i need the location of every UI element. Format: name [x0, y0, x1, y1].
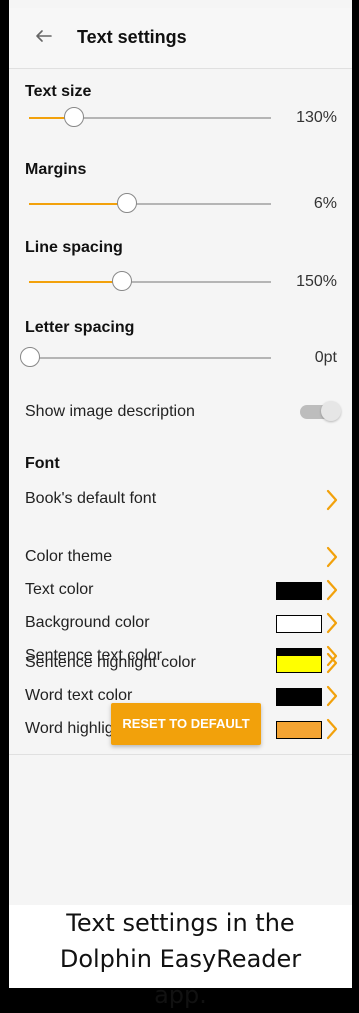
reset-to-default-button[interactable]: RESET TO DEFAULT [111, 703, 261, 745]
text-size-slider-thumb[interactable] [63, 107, 84, 127]
sentence-highlight-color-swatch[interactable] [276, 655, 322, 673]
color-theme-chevron-icon[interactable] [324, 545, 340, 569]
margins-value: 6% [313, 195, 337, 212]
margins-setting: Margins 6% [9, 147, 352, 226]
letter-spacing-label: Letter spacing [25, 319, 135, 336]
caption-line-2: Dolphin EasyReader [59, 945, 302, 973]
sentence-highlight-color-label[interactable]: Sentence highlight color [25, 654, 196, 672]
font-label: Font [25, 455, 60, 472]
top-app-bar: Text settings [9, 8, 352, 69]
word-highlight-color-chevron-icon[interactable] [324, 717, 340, 741]
color-theme-label[interactable]: Color theme [25, 548, 112, 566]
background-color-chevron-icon[interactable] [324, 611, 340, 635]
image-description-setting[interactable]: Show image description [9, 383, 352, 444]
page-title: Text settings [77, 27, 187, 47]
letter-spacing-value: 0pt [314, 349, 337, 366]
font-value: Book's default font [25, 490, 157, 507]
word-highlight-color-swatch[interactable] [276, 721, 322, 739]
margins-slider-thumb[interactable] [116, 193, 137, 213]
line-spacing-slider-thumb[interactable] [111, 271, 132, 291]
background-color-label[interactable]: Background color [25, 614, 150, 632]
background-color-swatch[interactable] [276, 615, 322, 633]
app-screen: Text settings Text size 130% Margins 6% … [9, 0, 352, 905]
sentence-highlight-color-chevron-icon[interactable] [324, 651, 340, 675]
margins-slider-fill [29, 203, 126, 205]
margins-label: Margins [25, 161, 87, 178]
line-spacing-slider-fill [29, 281, 121, 283]
text-size-setting: Text size 130% [9, 69, 352, 148]
text-size-value: 130% [296, 109, 337, 126]
text-color-swatch[interactable] [276, 582, 322, 600]
text-size-label: Text size [25, 83, 92, 100]
caption: Text settings in the Dolphin EasyReader … [9, 905, 352, 1009]
letter-spacing-slider-track[interactable] [29, 357, 271, 359]
word-text-color-chevron-icon[interactable] [324, 684, 340, 708]
back-arrow-icon[interactable] [31, 24, 55, 48]
line-spacing-setting: Line spacing 150% [9, 225, 352, 306]
image-description-toggle-thumb[interactable] [321, 401, 341, 421]
chevron-right-icon[interactable] [324, 488, 340, 512]
image-description-label: Show image description [25, 403, 195, 420]
font-setting[interactable]: Font Book's default font [9, 443, 352, 526]
caption-line-1: Text settings in the [66, 909, 295, 937]
word-text-color-swatch[interactable] [276, 688, 322, 706]
caption-line-3: app. [154, 981, 207, 1009]
letter-spacing-slider-thumb[interactable] [20, 347, 40, 367]
text-color-chevron-icon[interactable] [324, 578, 340, 602]
color-settings: Color theme Text color Background color … [9, 525, 352, 671]
line-spacing-value: 150% [296, 273, 337, 290]
line-spacing-label: Line spacing [25, 239, 123, 256]
letter-spacing-setting: Letter spacing 0pt [9, 305, 352, 384]
divider [9, 754, 352, 755]
text-color-label[interactable]: Text color [25, 581, 93, 599]
